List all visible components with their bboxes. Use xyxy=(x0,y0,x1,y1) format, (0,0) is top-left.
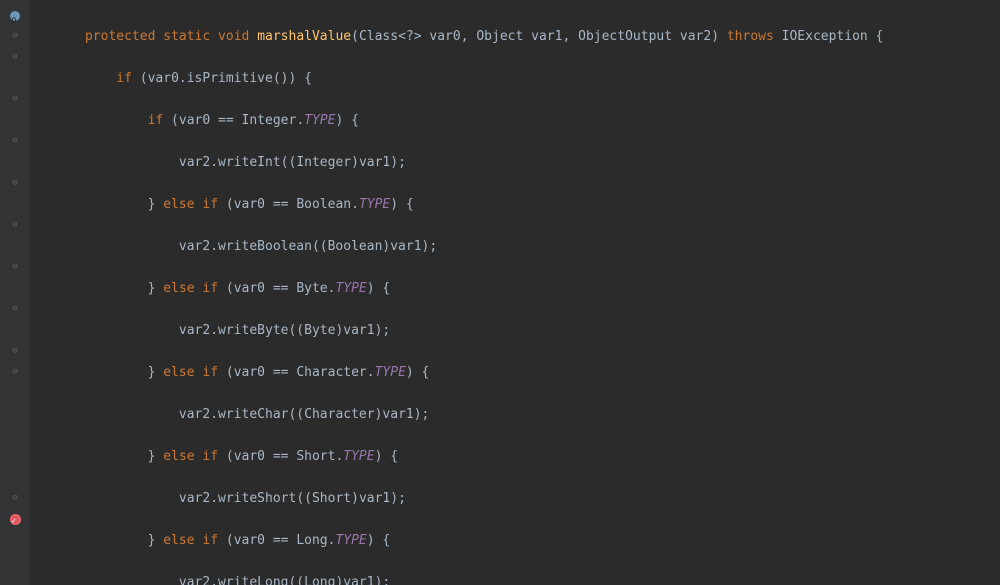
fold-marker[interactable]: ⊖ xyxy=(0,341,30,362)
fold-marker[interactable]: ⊖ xyxy=(0,47,30,68)
code-line: } else if (var0 == Long.TYPE) { xyxy=(38,530,1000,551)
code-content[interactable]: protected static void marshalValue(Class… xyxy=(30,0,1000,585)
fold-marker[interactable]: ⊖ xyxy=(0,131,30,152)
fold-marker[interactable]: ⊖ xyxy=(0,89,30,110)
code-line: } else if (var0 == Character.TYPE) { xyxy=(38,362,1000,383)
fold-marker[interactable]: ⊖ xyxy=(0,257,30,278)
code-line: protected static void marshalValue(Class… xyxy=(38,26,1000,47)
code-line: var2.writeChar((Character)var1); xyxy=(38,404,1000,425)
fold-marker[interactable]: ⊖ xyxy=(0,173,30,194)
fold-marker[interactable]: ⊖ xyxy=(0,215,30,236)
code-line: var2.writeByte((Byte)var1); xyxy=(38,320,1000,341)
editor-gutter[interactable]: ⊖ ⊖ ⊖ ⊖ ⊖ ⊖ ⊖ ⊖ ⊖ ⊖ ⊖ xyxy=(0,0,30,585)
fold-marker[interactable]: ⊖ xyxy=(0,299,30,320)
code-line: var2.writeLong((Long)var1); xyxy=(38,572,1000,585)
override-marker[interactable] xyxy=(0,5,30,26)
fold-marker[interactable]: ⊖ xyxy=(0,488,30,509)
breakpoint-active[interactable] xyxy=(0,509,30,530)
code-editor: ⊖ ⊖ ⊖ ⊖ ⊖ ⊖ ⊖ ⊖ ⊖ ⊖ ⊖ protected static v… xyxy=(0,0,1000,585)
code-line: } else if (var0 == Boolean.TYPE) { xyxy=(38,194,1000,215)
code-line: var2.writeBoolean((Boolean)var1); xyxy=(38,236,1000,257)
code-line: var2.writeInt((Integer)var1); xyxy=(38,152,1000,173)
code-line: } else if (var0 == Short.TYPE) { xyxy=(38,446,1000,467)
code-line: var2.writeShort((Short)var1); xyxy=(38,488,1000,509)
fold-marker[interactable]: ⊖ xyxy=(0,362,30,383)
code-line: } else if (var0 == Byte.TYPE) { xyxy=(38,278,1000,299)
code-line: if (var0 == Integer.TYPE) { xyxy=(38,110,1000,131)
code-line: if (var0.isPrimitive()) { xyxy=(38,68,1000,89)
